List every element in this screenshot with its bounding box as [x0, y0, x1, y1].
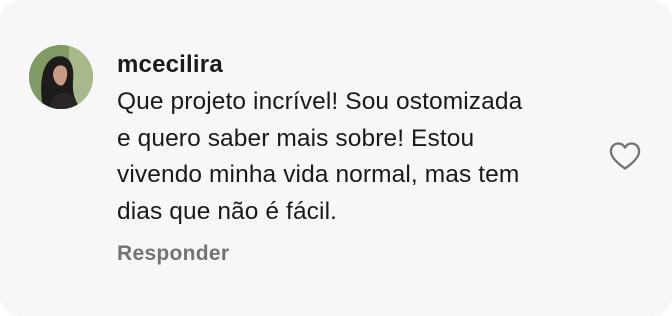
- comment-text: Que projeto incrível! Sou ostomizada e q…: [117, 84, 597, 230]
- reply-button[interactable]: Responder: [117, 242, 229, 266]
- comment-card: mcecilira Que projeto incrível! Sou osto…: [0, 0, 672, 316]
- comment-body: mcecilira Que projeto incrível! Sou osto…: [117, 50, 597, 230]
- comment-line: Que projeto incrível! Sou ostomizada: [117, 88, 523, 115]
- comment-line: dias que não é fácil.: [117, 197, 338, 225]
- comment-line: vivendo minha vida normal, mas tem: [117, 161, 520, 188]
- avatar[interactable]: [29, 45, 93, 109]
- like-button[interactable]: [609, 141, 641, 171]
- heart-outline-icon: [609, 142, 641, 170]
- comment-username[interactable]: mcecilira: [117, 50, 597, 80]
- avatar-photo: [29, 45, 93, 109]
- comment-line: e quero saber mais sobre! Estou: [117, 124, 475, 152]
